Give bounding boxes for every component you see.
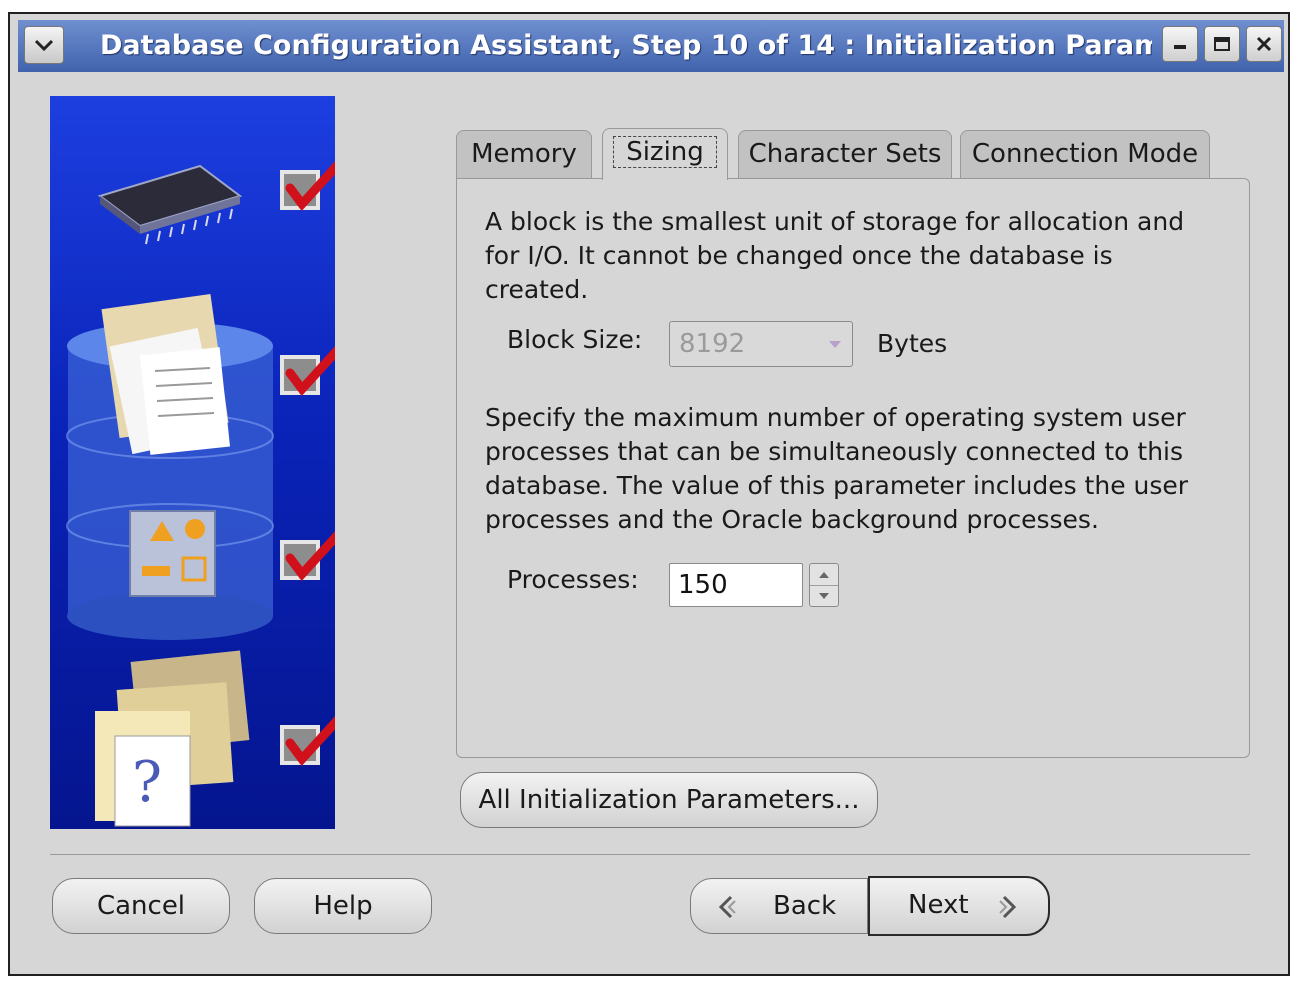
processes-description-line: processes and the Oracle background proc…	[485, 505, 1099, 534]
stepper-up-button[interactable]	[810, 564, 838, 586]
tab-sizing-label: Sizing	[613, 136, 717, 168]
chevron-up-icon	[819, 571, 829, 578]
processes-description: Specify the maximum number of operating …	[485, 401, 1188, 537]
maximize-icon	[1214, 37, 1230, 51]
button-separator	[50, 854, 1250, 855]
minimize-icon	[1174, 45, 1186, 49]
block-description-line: created.	[485, 275, 589, 304]
maximize-button[interactable]	[1204, 26, 1240, 62]
block-size-unit: Bytes	[877, 329, 948, 358]
processes-value: 150	[678, 570, 728, 600]
all-init-params-button[interactable]: All Initialization Parameters...	[460, 772, 878, 828]
chevron-down-icon	[34, 39, 54, 52]
memory-chip-icon	[97, 164, 243, 245]
chevron-right-icon	[999, 895, 1017, 919]
window-menu-button[interactable]	[24, 26, 64, 64]
tab-connection-mode[interactable]: Connection Mode	[960, 130, 1210, 178]
tab-memory[interactable]: Memory	[456, 130, 592, 178]
step-complete-check-icon	[280, 346, 335, 397]
processes-label: Processes:	[507, 565, 639, 594]
help-label: Help	[313, 891, 373, 921]
dropdown-arrow-icon	[829, 341, 841, 348]
processes-description-line: Specify the maximum number of operating …	[485, 403, 1186, 432]
help-document-icon: ?	[95, 650, 250, 827]
back-label: Back	[773, 891, 837, 921]
sizing-panel: A block is the smallest unit of storage …	[456, 178, 1250, 758]
tab-sizing[interactable]: Sizing	[602, 128, 728, 180]
block-size-select[interactable]: 8192	[669, 321, 853, 367]
chevron-down-icon	[819, 592, 829, 599]
shapes-icon	[129, 510, 216, 597]
next-button[interactable]: Next	[868, 876, 1050, 936]
block-size-value: 8192	[679, 329, 746, 359]
block-description-line: A block is the smallest unit of storage …	[485, 207, 1185, 236]
close-icon	[1256, 36, 1272, 52]
svg-text:?: ?	[132, 750, 162, 815]
next-label: Next	[908, 890, 969, 920]
tab-memory-label: Memory	[471, 139, 577, 169]
all-init-params-label: All Initialization Parameters...	[478, 785, 860, 815]
step-complete-check-icon	[280, 531, 335, 582]
stepper-down-button[interactable]	[810, 585, 838, 606]
dialog-window: Database Configuration Assistant, Step 1…	[8, 12, 1290, 976]
processes-stepper[interactable]	[809, 563, 839, 607]
block-description-line: for I/O. It cannot be changed once the d…	[485, 241, 1113, 270]
block-description: A block is the smallest unit of storage …	[485, 205, 1184, 307]
tab-character-sets[interactable]: Character Sets	[738, 130, 952, 178]
step-complete-check-icon	[280, 716, 335, 767]
title-bar[interactable]: Database Configuration Assistant, Step 1…	[18, 20, 1284, 72]
help-button[interactable]: Help	[254, 878, 432, 934]
tab-character-sets-label: Character Sets	[748, 139, 942, 169]
cancel-button[interactable]: Cancel	[52, 878, 230, 934]
block-size-label: Block Size:	[507, 325, 643, 354]
documents-icon	[101, 293, 231, 455]
wizard-illustration: ?	[50, 96, 335, 829]
chevron-left-icon	[718, 895, 736, 919]
back-button[interactable]: Back	[690, 878, 868, 934]
tab-connection-mode-label: Connection Mode	[971, 139, 1199, 169]
step-complete-check-icon	[280, 161, 335, 212]
window-title: Database Configuration Assistant, Step 1…	[100, 30, 1152, 61]
cancel-label: Cancel	[96, 891, 186, 921]
processes-description-line: database. The value of this parameter in…	[485, 471, 1189, 500]
processes-description-line: processes that can be simultaneously con…	[485, 437, 1184, 466]
processes-input[interactable]: 150	[669, 563, 803, 607]
close-button[interactable]	[1246, 26, 1282, 62]
minimize-button[interactable]	[1162, 26, 1198, 62]
